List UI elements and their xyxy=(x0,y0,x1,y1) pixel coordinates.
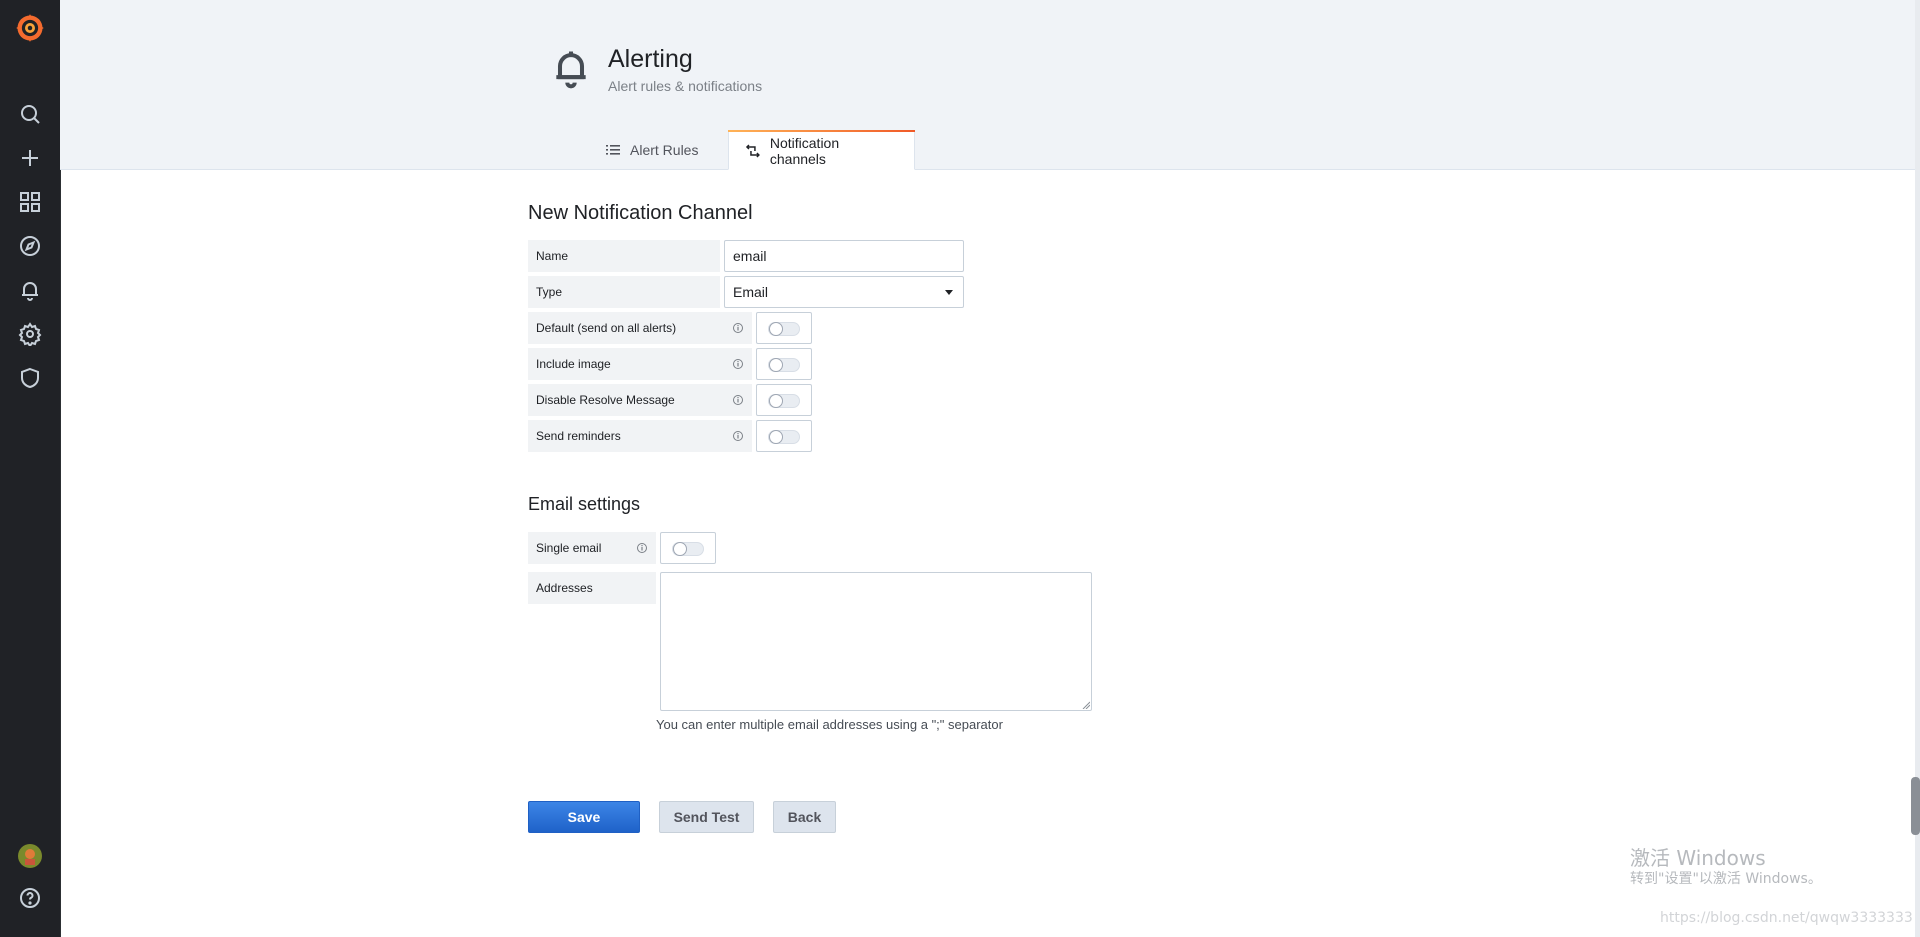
list-icon xyxy=(606,145,620,155)
info-icon[interactable] xyxy=(732,394,744,406)
switch-knob xyxy=(769,322,783,336)
info-icon[interactable] xyxy=(636,542,648,554)
switch-knob xyxy=(769,430,783,444)
page-header: Alerting Alert rules & notifications Ale… xyxy=(60,0,1915,170)
channels-icon xyxy=(745,144,760,157)
type-select[interactable]: Email xyxy=(724,276,964,308)
switch-track xyxy=(768,394,800,408)
switch-knob xyxy=(769,394,783,408)
caret-down-icon xyxy=(945,290,953,295)
info-icon[interactable] xyxy=(732,358,744,370)
switch-track xyxy=(672,542,704,556)
sidebar xyxy=(0,0,61,937)
windows-activation-title: 激活 Windows xyxy=(1630,846,1766,870)
info-icon[interactable] xyxy=(732,322,744,334)
blog-watermark: https://blog.csdn.net/qwqw3333333 xyxy=(1660,910,1913,926)
type-label: Type xyxy=(528,276,720,308)
email-settings-title: Email settings xyxy=(528,494,641,514)
addresses-hint: You can enter multiple email addresses u… xyxy=(656,717,1003,732)
resize-handle-icon[interactable] xyxy=(1082,701,1090,709)
dashboards-icon[interactable] xyxy=(0,184,60,220)
user-avatar-icon[interactable] xyxy=(0,838,60,874)
name-input[interactable]: email xyxy=(724,240,964,272)
type-select-value: Email xyxy=(733,284,769,300)
back-button[interactable]: Back xyxy=(773,801,836,833)
addresses-textarea[interactable] xyxy=(660,572,1092,711)
alerting-bell-icon xyxy=(556,51,586,89)
gear-icon[interactable] xyxy=(0,316,60,352)
tab-alert-rules[interactable]: Alert Rules xyxy=(593,130,710,170)
addresses-label: Addresses xyxy=(528,572,656,604)
form-title: New Notification Channel xyxy=(528,202,753,224)
toggle-label: Include image xyxy=(528,348,752,380)
page-title: Alerting xyxy=(608,45,693,73)
switch-track xyxy=(768,358,800,372)
switch-knob xyxy=(673,542,687,556)
default-switch[interactable] xyxy=(756,312,812,344)
tab-label: Notification channels xyxy=(769,134,840,167)
page-subtitle: Alert rules & notifications xyxy=(608,78,763,94)
alerting-bell-icon[interactable] xyxy=(0,272,60,308)
name-label: Name xyxy=(528,240,720,272)
toggle-label: Send reminders xyxy=(528,420,752,452)
plus-icon[interactable] xyxy=(0,140,60,176)
toggle-label: Disable Resolve Message xyxy=(528,384,752,416)
switch-track xyxy=(768,430,800,444)
single-email-switch[interactable] xyxy=(660,532,716,564)
explore-icon[interactable] xyxy=(0,228,60,264)
switch-track xyxy=(768,322,800,336)
tab-label: Alert Rules xyxy=(630,142,699,158)
send-reminders-switch[interactable] xyxy=(756,420,812,452)
windows-activation-subtitle: 转到"设置"以激活 Windows。 xyxy=(1630,871,1822,887)
scrollbar-handle[interactable] xyxy=(1911,777,1920,835)
send-test-button[interactable]: Send Test xyxy=(659,801,754,833)
search-icon[interactable] xyxy=(0,96,60,132)
grafana-logo-icon[interactable] xyxy=(0,8,60,48)
include-image-switch[interactable] xyxy=(756,348,812,380)
switch-knob xyxy=(769,358,783,372)
help-icon[interactable] xyxy=(0,880,60,916)
toggle-label: Default (send on all alerts) xyxy=(528,312,752,344)
tab-notification-channels[interactable]: Notification channels xyxy=(728,130,915,170)
save-button[interactable]: Save xyxy=(528,801,640,833)
info-icon[interactable] xyxy=(732,430,744,442)
shield-icon[interactable] xyxy=(0,360,60,396)
disable-resolve-switch[interactable] xyxy=(756,384,812,416)
